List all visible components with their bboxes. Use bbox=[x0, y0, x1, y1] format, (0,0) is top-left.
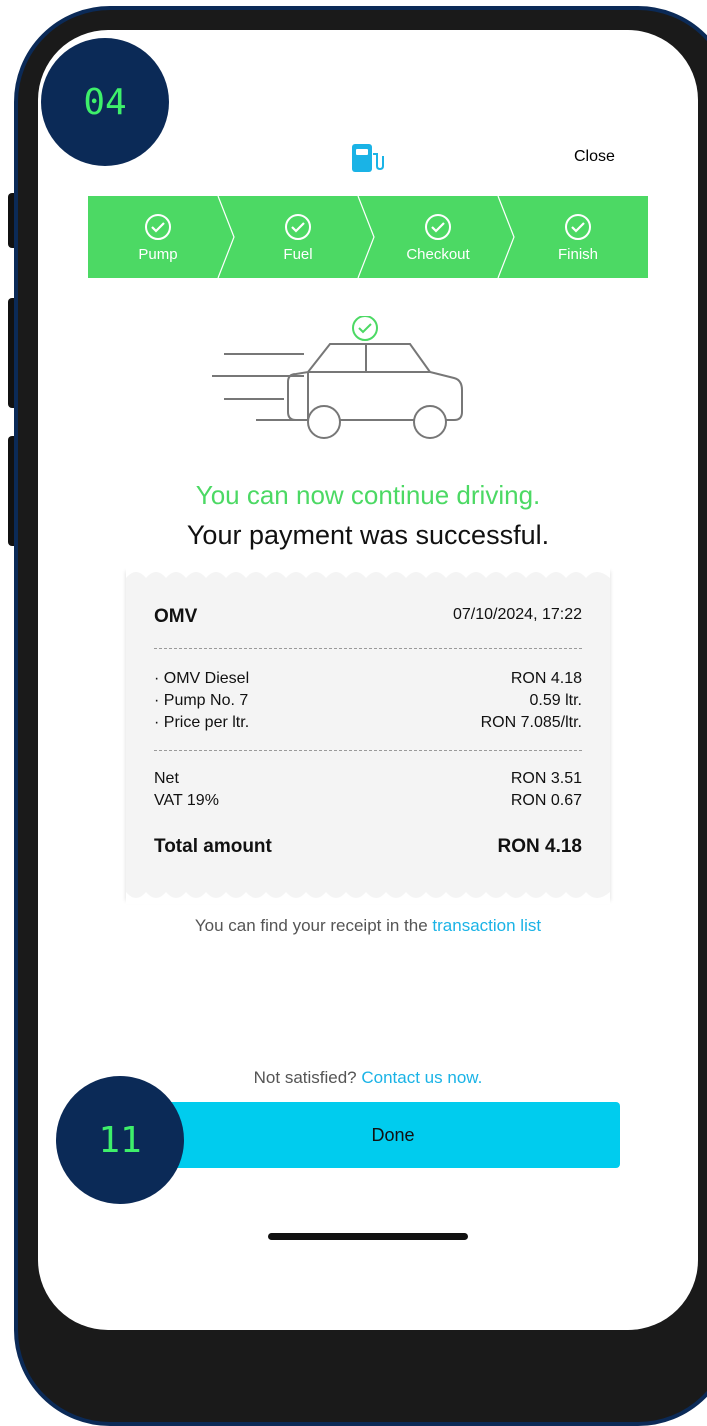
step-label: Finish bbox=[557, 245, 598, 263]
vat-label: VAT 19% bbox=[154, 792, 219, 809]
merchant-name: OMV bbox=[154, 606, 198, 627]
home-indicator[interactable] bbox=[268, 1233, 468, 1240]
total-value: RON 4.18 bbox=[497, 836, 582, 857]
step-badge-bottom: 11 bbox=[56, 1076, 184, 1204]
step-finish: Finish bbox=[508, 196, 648, 278]
step-checkout: Checkout bbox=[368, 196, 515, 278]
receipt-datetime: 07/10/2024, 17:22 bbox=[452, 606, 582, 623]
receipt-bottom-edge bbox=[126, 892, 610, 904]
receipt-card: OMV 07/10/2024, 17:22 · OMV Diesel RON 4… bbox=[126, 566, 610, 904]
item-label: · OMV Diesel bbox=[154, 670, 250, 687]
receipt-note: You can find your receipt in the transac… bbox=[38, 916, 698, 936]
net-row: Net RON 3.51 bbox=[154, 770, 582, 788]
step-label: Fuel bbox=[283, 245, 313, 263]
support-text: Not satisfied? bbox=[253, 1068, 362, 1087]
receipt-top-edge bbox=[126, 566, 610, 578]
car-success-illustration bbox=[212, 316, 463, 439]
fuel-pump-icon bbox=[350, 142, 386, 179]
vat-value: RON 0.67 bbox=[510, 792, 582, 809]
item-value: 0.59 ltr. bbox=[529, 692, 582, 709]
done-button[interactable]: Done bbox=[166, 1102, 620, 1168]
total-row: Total amount RON 4.18 bbox=[154, 836, 582, 858]
step-badge-top: 04 bbox=[41, 38, 169, 166]
contact-us-link[interactable]: Contact us now. bbox=[361, 1068, 482, 1087]
net-value: RON 3.51 bbox=[510, 770, 582, 787]
total-label: Total amount bbox=[154, 836, 272, 857]
step-separator bbox=[497, 196, 515, 278]
progress-steps: Pump Fuel Checkout Finish bbox=[88, 196, 648, 278]
divider bbox=[154, 750, 582, 751]
item-value: RON 7.085/ltr. bbox=[480, 714, 582, 731]
success-heading: You can now continue driving. bbox=[195, 480, 541, 510]
payment-status: Your payment was successful. bbox=[186, 520, 550, 550]
check-circle-icon bbox=[425, 213, 451, 240]
item-value: RON 4.18 bbox=[510, 670, 582, 687]
transaction-list-link[interactable]: transaction list bbox=[432, 916, 541, 935]
close-button[interactable]: Close bbox=[574, 148, 615, 166]
note-text: You can find your receipt in the bbox=[194, 916, 433, 935]
step-separator bbox=[217, 196, 235, 278]
receipt-item: · Pump No. 7 0.59 ltr. bbox=[154, 692, 582, 710]
vat-row: VAT 19% RON 0.67 bbox=[154, 792, 582, 810]
step-label: Checkout bbox=[406, 245, 470, 263]
receipt-header-row: OMV 07/10/2024, 17:22 bbox=[154, 606, 582, 628]
item-label: · Pump No. 7 bbox=[154, 692, 249, 709]
check-circle-icon bbox=[145, 213, 171, 240]
check-circle-icon bbox=[565, 213, 591, 240]
item-label: · Price per ltr. bbox=[154, 714, 250, 731]
check-circle-icon bbox=[285, 213, 311, 240]
receipt-item: · Price per ltr. RON 7.085/ltr. bbox=[154, 714, 582, 732]
net-label: Net bbox=[154, 770, 179, 787]
step-pump: Pump bbox=[88, 196, 235, 278]
divider bbox=[154, 648, 582, 649]
step-label: Pump bbox=[138, 245, 178, 263]
step-fuel: Fuel bbox=[228, 196, 375, 278]
receipt-item: · OMV Diesel RON 4.18 bbox=[154, 670, 582, 688]
step-separator bbox=[357, 196, 375, 278]
